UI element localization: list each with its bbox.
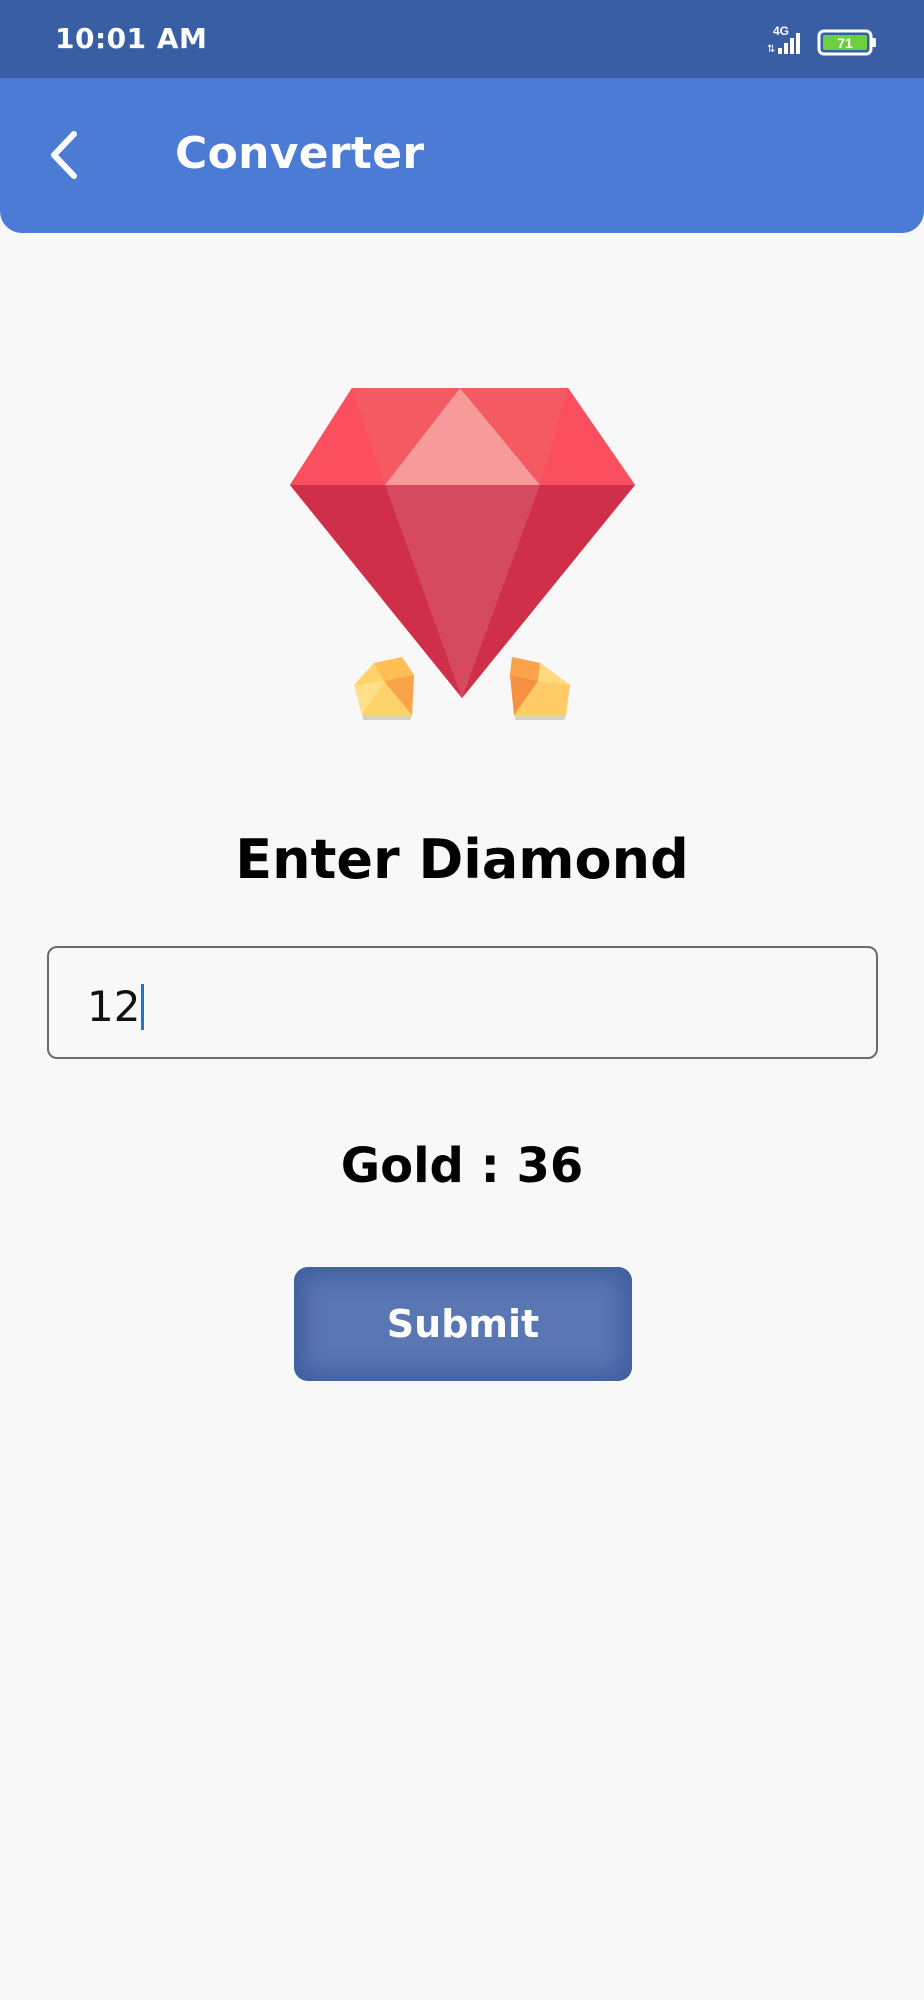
gold-result-separator: :	[463, 1138, 517, 1194]
status-bar: 10:01 AM 4G ⇅ 71	[0, 0, 924, 78]
battery-level-label: 71	[837, 35, 853, 51]
page-title: Converter	[175, 128, 425, 179]
submit-button[interactable]: Submit	[294, 1267, 632, 1381]
ruby-gem-icon	[290, 380, 635, 721]
network-type-label: 4G	[773, 24, 789, 38]
gold-result: Gold : 36	[0, 1138, 924, 1194]
diamond-input-value[interactable]: 12	[87, 984, 145, 1030]
text-caret	[141, 984, 145, 1030]
svg-text:⇅: ⇅	[767, 44, 775, 55]
enter-diamond-label: Enter Diamond	[235, 828, 689, 891]
app-bar: Converter	[0, 78, 924, 233]
back-button[interactable]	[38, 120, 102, 190]
gold-result-value: 36	[516, 1138, 584, 1194]
diamond-input[interactable]: 12	[47, 946, 878, 1059]
chevron-left-icon	[51, 131, 77, 179]
status-icons: 4G ⇅ 71	[758, 22, 888, 58]
status-time: 10:01 AM	[55, 22, 208, 55]
signal-battery-icon: 4G ⇅ 71	[767, 24, 876, 56]
gold-result-label: Gold	[340, 1138, 464, 1194]
